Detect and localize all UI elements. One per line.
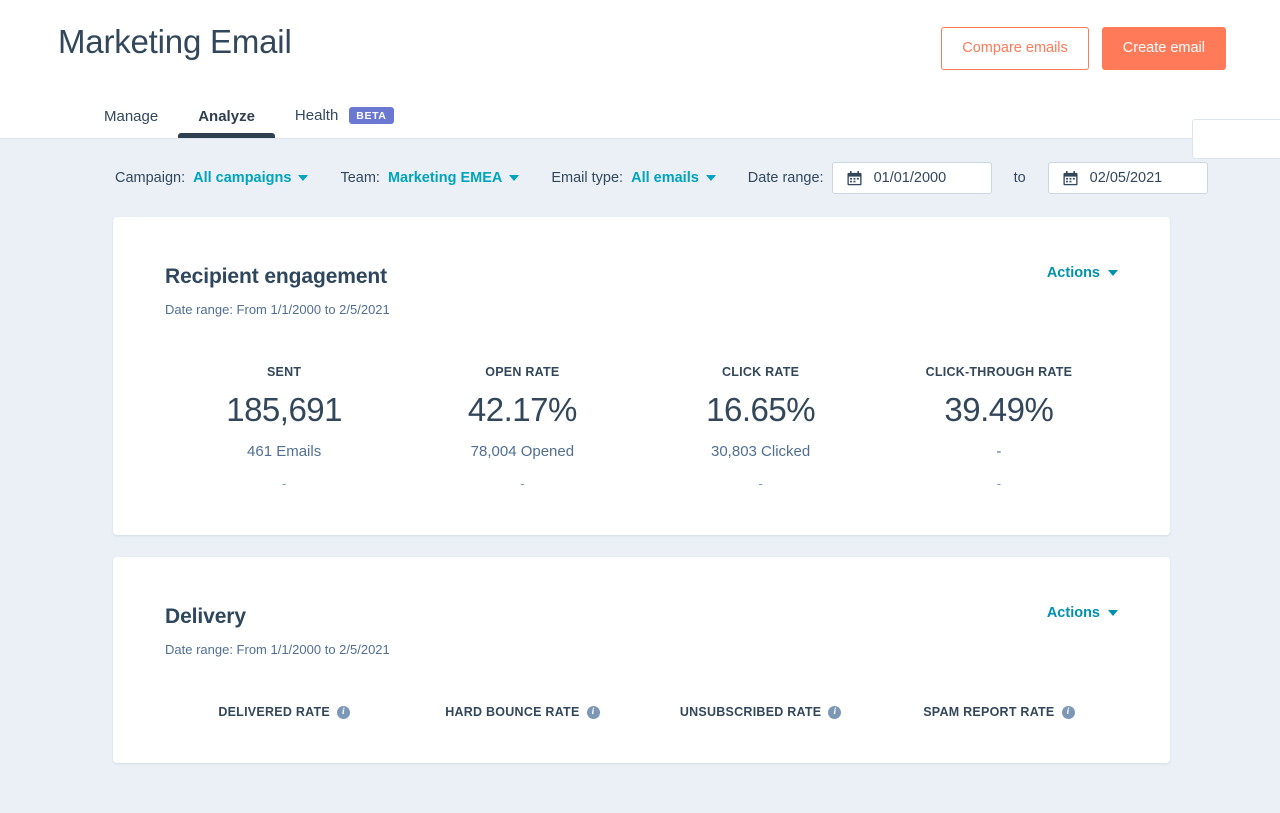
- date-to-input[interactable]: 02/05/2021: [1048, 162, 1208, 194]
- card-header: Delivery Date range: From 1/1/2000 to 2/…: [165, 605, 1118, 657]
- delivery-actions-dropdown[interactable]: Actions: [1047, 605, 1118, 621]
- chevron-down-icon: [706, 175, 716, 181]
- metric-subvalue: -: [880, 443, 1118, 460]
- filter-date-range: Date range: 01/01/2000 to: [748, 162, 1208, 194]
- metric-click-rate: CLICK RATE 16.65% 30,803 Clicked -: [642, 365, 880, 491]
- metric-label: HARD BOUNCE RATE: [445, 705, 579, 719]
- metric-sent: SENT 185,691 461 Emails -: [165, 365, 403, 491]
- card-date-range: Date range: From 1/1/2000 to 2/5/2021: [165, 642, 390, 657]
- info-icon[interactable]: i: [587, 706, 600, 719]
- tab-analyze-label: Analyze: [198, 109, 255, 124]
- metric-comparison: -: [403, 476, 641, 491]
- filter-bar: Campaign: All campaigns Team: Marketing …: [0, 139, 1280, 217]
- tab-analyze[interactable]: Analyze: [178, 109, 275, 138]
- metric-label: CLICK RATE: [642, 365, 880, 379]
- metric-open-rate: OPEN RATE 42.17% 78,004 Opened -: [403, 365, 641, 491]
- metric-label-row: DELIVERED RATE i: [165, 705, 403, 719]
- card-header: Recipient engagement Date range: From 1/…: [165, 265, 1118, 317]
- metric-label: SPAM REPORT RATE: [923, 705, 1054, 719]
- email-type-dropdown[interactable]: All emails: [631, 170, 716, 186]
- metric-label: OPEN RATE: [403, 365, 641, 379]
- card-header-text: Delivery Date range: From 1/1/2000 to 2/…: [165, 605, 390, 657]
- chevron-down-icon: [509, 175, 519, 181]
- header-row: Marketing Email Compare emails Create em…: [0, 0, 1280, 70]
- metric-click-through-rate: CLICK-THROUGH RATE 39.49% - -: [880, 365, 1118, 491]
- metric-value: 16.65%: [642, 391, 880, 429]
- tab-health-label: Health: [295, 108, 338, 123]
- card-date-range: Date range: From 1/1/2000 to 2/5/2021: [165, 302, 390, 317]
- compare-emails-button[interactable]: Compare emails: [941, 27, 1089, 70]
- card-title: Recipient engagement: [165, 265, 390, 289]
- page-header: Marketing Email Compare emails Create em…: [0, 0, 1280, 139]
- chevron-down-icon: [1108, 610, 1118, 616]
- filter-email-type: Email type: All emails: [551, 170, 715, 186]
- team-label: Team:: [340, 170, 380, 186]
- metric-delivered-rate: DELIVERED RATE i: [165, 705, 403, 719]
- campaign-label: Campaign:: [115, 170, 185, 186]
- recipient-engagement-actions-dropdown[interactable]: Actions: [1047, 265, 1118, 281]
- date-range-label: Date range:: [748, 170, 824, 186]
- metric-subvalue: 30,803 Clicked: [642, 443, 880, 460]
- team-value: Marketing EMEA: [388, 170, 502, 186]
- card-delivery: Delivery Date range: From 1/1/2000 to 2/…: [113, 557, 1170, 763]
- metric-label-row: UNSUBSCRIBED RATE i: [642, 705, 880, 719]
- metric-label: SENT: [165, 365, 403, 379]
- filter-campaign: Campaign: All campaigns: [115, 170, 308, 186]
- primary-tabs: Manage Analyze Health BETA: [0, 86, 1280, 138]
- info-icon[interactable]: i: [1062, 706, 1075, 719]
- tab-health[interactable]: Health BETA: [275, 107, 414, 139]
- chevron-down-icon: [1108, 270, 1118, 276]
- campaign-dropdown[interactable]: All campaigns: [193, 170, 308, 186]
- card-title: Delivery: [165, 605, 390, 629]
- metric-value: 39.49%: [880, 391, 1118, 429]
- email-type-value: All emails: [631, 170, 699, 186]
- info-icon[interactable]: i: [337, 706, 350, 719]
- team-dropdown[interactable]: Marketing EMEA: [388, 170, 519, 186]
- card-header-text: Recipient engagement Date range: From 1/…: [165, 265, 390, 317]
- metric-label: CLICK-THROUGH RATE: [880, 365, 1118, 379]
- metric-label-row: SPAM REPORT RATE i: [880, 705, 1118, 719]
- header-actions: Compare emails Create email: [941, 22, 1226, 70]
- metric-comparison: -: [880, 476, 1118, 491]
- page-title: Marketing Email: [58, 22, 292, 62]
- metric-subvalue: 461 Emails: [165, 443, 403, 460]
- beta-badge: BETA: [349, 107, 393, 125]
- actions-label: Actions: [1047, 605, 1100, 621]
- email-type-label: Email type:: [551, 170, 623, 186]
- metric-comparison: -: [165, 476, 403, 491]
- metric-comparison: -: [642, 476, 880, 491]
- create-email-button[interactable]: Create email: [1102, 27, 1226, 70]
- metrics-grid: DELIVERED RATE i HARD BOUNCE RATE i UNSU…: [165, 705, 1118, 719]
- metric-value: 185,691: [165, 391, 403, 429]
- metric-unsubscribed-rate: UNSUBSCRIBED RATE i: [642, 705, 880, 719]
- floating-panel-cutoff: [1192, 119, 1280, 159]
- metric-spam-report-rate: SPAM REPORT RATE i: [880, 705, 1118, 719]
- metric-subvalue: 78,004 Opened: [403, 443, 641, 460]
- tab-manage[interactable]: Manage: [84, 109, 178, 138]
- date-from-value: 01/01/2000: [874, 170, 947, 186]
- calendar-icon: [1063, 171, 1078, 186]
- main-content: Recipient engagement Date range: From 1/…: [0, 217, 1280, 763]
- metric-label: UNSUBSCRIBED RATE: [680, 705, 822, 719]
- chevron-down-icon: [298, 175, 308, 181]
- campaign-value: All campaigns: [193, 170, 291, 186]
- date-from-input[interactable]: 01/01/2000: [832, 162, 992, 194]
- date-to-label: to: [1014, 170, 1026, 186]
- metric-label-row: HARD BOUNCE RATE i: [403, 705, 641, 719]
- metric-hard-bounce-rate: HARD BOUNCE RATE i: [403, 705, 641, 719]
- info-icon[interactable]: i: [828, 706, 841, 719]
- metric-label: DELIVERED RATE: [218, 705, 330, 719]
- actions-label: Actions: [1047, 265, 1100, 281]
- card-recipient-engagement: Recipient engagement Date range: From 1/…: [113, 217, 1170, 535]
- tab-manage-label: Manage: [104, 109, 158, 124]
- metrics-grid: SENT 185,691 461 Emails - OPEN RATE 42.1…: [165, 365, 1118, 491]
- date-to-value: 02/05/2021: [1090, 170, 1163, 186]
- calendar-icon: [847, 171, 862, 186]
- metric-value: 42.17%: [403, 391, 641, 429]
- filter-team: Team: Marketing EMEA: [340, 170, 519, 186]
